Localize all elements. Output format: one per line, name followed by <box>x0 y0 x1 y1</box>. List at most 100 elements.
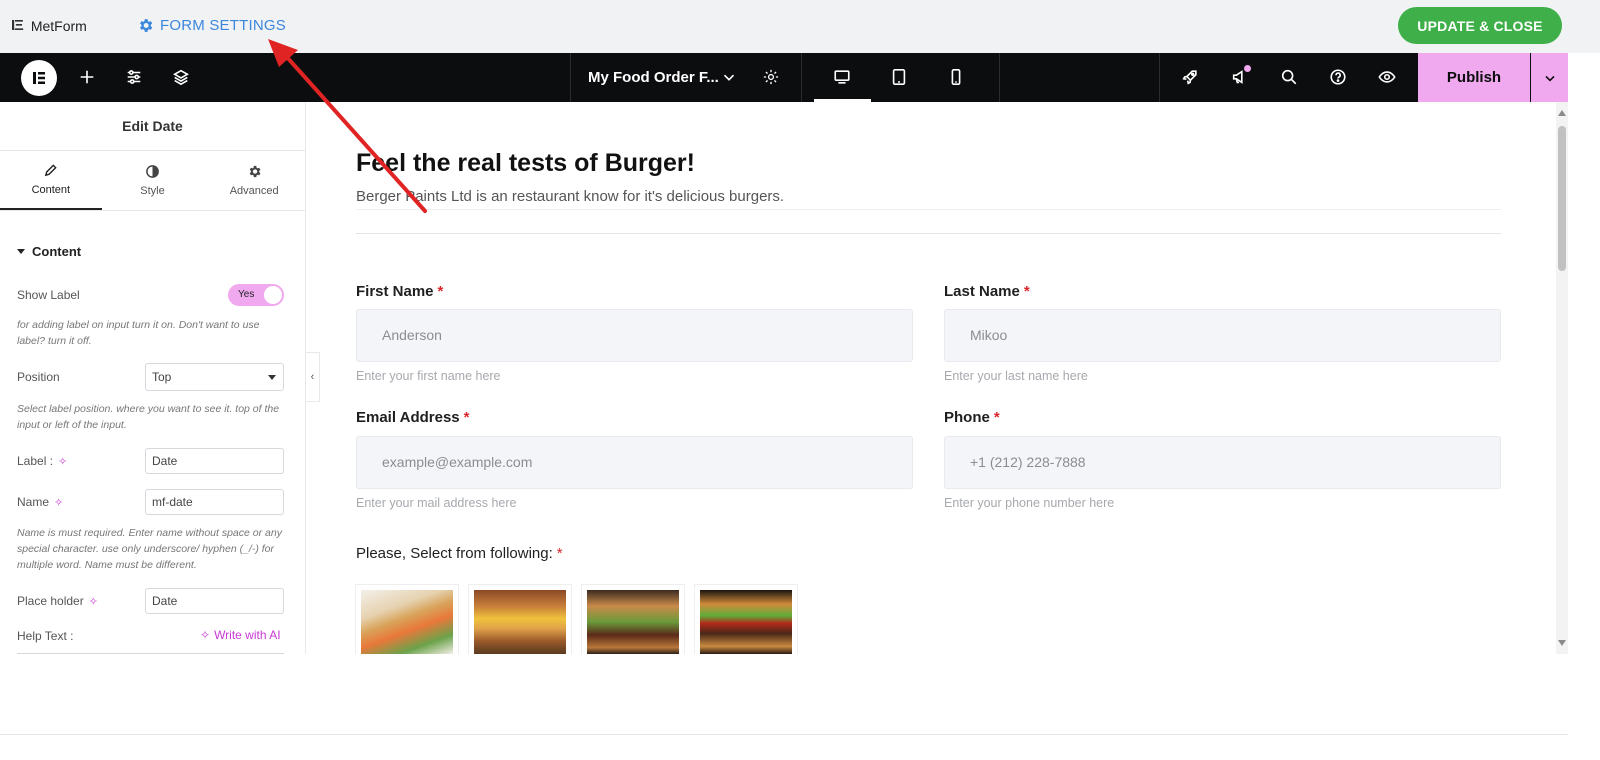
burger-photo <box>361 590 453 654</box>
gear-icon <box>140 19 153 32</box>
update-and-close-button[interactable]: UPDATE & CLOSE <box>1398 7 1562 44</box>
burger-option-image[interactable] <box>694 584 798 654</box>
show-label-toggle[interactable]: Yes <box>228 284 284 306</box>
notifications-megaphone-icon[interactable] <box>1230 65 1251 87</box>
name-field-input[interactable]: mf-date <box>145 489 284 515</box>
form-title: Feel the real tests of Burger! <box>356 149 695 177</box>
burger-photo <box>474 590 566 654</box>
toggle-knob <box>264 286 282 304</box>
first-name-label: First Name * <box>356 283 443 300</box>
label-text: Please, Select from following: <box>356 545 553 562</box>
scroll-thumb[interactable] <box>1558 126 1566 271</box>
site-settings-icon[interactable] <box>124 67 144 87</box>
form-subtitle: Berger Paints Ltd is an restaurant know … <box>356 188 785 205</box>
page-settings-gear-icon[interactable] <box>761 67 781 87</box>
chevron-down-icon[interactable] <box>719 67 739 87</box>
burger-option-image[interactable] <box>581 584 685 654</box>
tab-content[interactable]: Content <box>0 151 102 210</box>
tab-style[interactable]: Style <box>102 151 204 210</box>
metform-top-bar: IΞ MetForm FORM SETTINGS UPDATE & CLOSE <box>0 0 1600 53</box>
publish-button[interactable]: Publish <box>1418 53 1530 102</box>
separator <box>999 53 1000 102</box>
separator <box>801 53 802 102</box>
position-select[interactable]: Top <box>145 363 284 391</box>
label-text: Phone <box>944 409 990 426</box>
last-name-help: Enter your last name here <box>944 369 1088 383</box>
first-name-help: Enter your first name here <box>356 369 501 383</box>
app-name: MetForm <box>30 17 87 34</box>
ai-sparkle-icon[interactable]: ✧ <box>58 455 67 468</box>
write-with-ai-label: Write with AI <box>214 628 281 642</box>
burger-option-image[interactable] <box>468 584 572 654</box>
elementor-top-bar: My Food Order F... Publish <box>0 53 1568 102</box>
collapse-panel-chevron-icon[interactable]: ‹ <box>306 352 320 402</box>
document-title[interactable]: My Food Order F... <box>588 69 719 86</box>
label-text: Last Name <box>944 283 1020 300</box>
gear-icon <box>249 165 261 178</box>
show-label-help: for adding label on input turn it on. Do… <box>17 319 260 347</box>
structure-layers-icon[interactable] <box>171 67 191 87</box>
scroll-up-arrow-icon[interactable] <box>1558 110 1566 116</box>
help-text-input-edge[interactable] <box>17 653 284 654</box>
last-name-input[interactable]: Mikoo <box>944 309 1501 362</box>
name-field-label: Name ✧ <box>17 495 63 509</box>
edit-panel: Edit Date Content Style Advanced Content… <box>0 102 306 654</box>
publish-options-chevron-icon[interactable] <box>1531 53 1568 102</box>
mobile-view-icon[interactable] <box>946 67 966 87</box>
tablet-view-icon[interactable] <box>889 67 909 87</box>
preview-eye-icon[interactable] <box>1377 67 1397 87</box>
label-text: First Name <box>356 283 434 300</box>
email-label: Email Address * <box>356 409 470 426</box>
phone-label: Phone * <box>944 409 1000 426</box>
ai-sparkle-icon: ✧ <box>200 628 211 642</box>
search-icon[interactable] <box>1279 67 1299 87</box>
form-settings-button[interactable]: FORM SETTINGS <box>137 17 286 34</box>
separator <box>1159 53 1160 102</box>
burger-photo <box>700 590 792 654</box>
label-field-input[interactable]: Date <box>145 448 284 474</box>
name-field-text: Name <box>17 495 50 509</box>
placeholder-field-label: Place holder ✧ <box>17 594 98 608</box>
email-help: Enter your mail address here <box>356 496 517 510</box>
required-mark: * <box>556 545 563 562</box>
tab-label: Style <box>140 185 165 197</box>
elementor-logo-icon[interactable] <box>21 60 57 96</box>
ai-sparkle-icon[interactable]: ✧ <box>89 595 98 608</box>
required-mark: * <box>463 409 470 426</box>
burger-photo <box>587 590 679 654</box>
placeholder-field-input[interactable]: Date <box>145 588 284 614</box>
required-mark: * <box>1023 283 1030 300</box>
tab-label: Advanced <box>229 185 279 197</box>
ai-sparkle-icon[interactable]: ✧ <box>54 496 63 509</box>
phone-help: Enter your phone number here <box>944 496 1115 510</box>
scroll-down-arrow-icon[interactable] <box>1558 640 1566 646</box>
add-element-icon[interactable] <box>77 67 97 87</box>
divider <box>356 233 1501 234</box>
form-settings-label: FORM SETTINGS <box>160 17 286 34</box>
panel-title: Edit Date <box>0 102 305 151</box>
dropdown-caret-icon <box>268 375 276 380</box>
burger-option-image[interactable] <box>355 584 459 654</box>
phone-input[interactable]: +1 (212) 228-7888 <box>944 436 1501 489</box>
email-input[interactable]: example@example.com <box>356 436 913 489</box>
canvas-scrollbar[interactable] <box>1556 102 1568 654</box>
tab-advanced[interactable]: Advanced <box>203 151 305 210</box>
pencil-icon <box>45 164 57 177</box>
help-icon[interactable] <box>1328 67 1348 87</box>
desktop-view-icon[interactable] <box>832 67 852 87</box>
position-label: Position <box>17 370 60 384</box>
content-section-toggle[interactable]: Content <box>17 244 81 259</box>
preview-canvas: Feel the real tests of Burger! Berger Pa… <box>320 102 1556 654</box>
panel-tabs: Content Style Advanced <box>0 151 305 211</box>
rocket-icon[interactable] <box>1180 67 1200 87</box>
bottom-border <box>0 734 1568 735</box>
first-name-input[interactable]: Anderson <box>356 309 913 362</box>
write-with-ai-button[interactable]: ✧ Write with AI <box>200 628 281 642</box>
placeholder-field-text: Place holder <box>17 594 84 608</box>
position-help: Select label position. where you want to… <box>17 403 280 431</box>
section-title: Content <box>32 244 82 259</box>
metform-logo[interactable]: IΞ MetForm <box>11 17 87 34</box>
last-name-label: Last Name * <box>944 283 1030 300</box>
toggle-value: Yes <box>238 289 255 300</box>
label-field-label: Label : ✧ <box>17 454 67 468</box>
